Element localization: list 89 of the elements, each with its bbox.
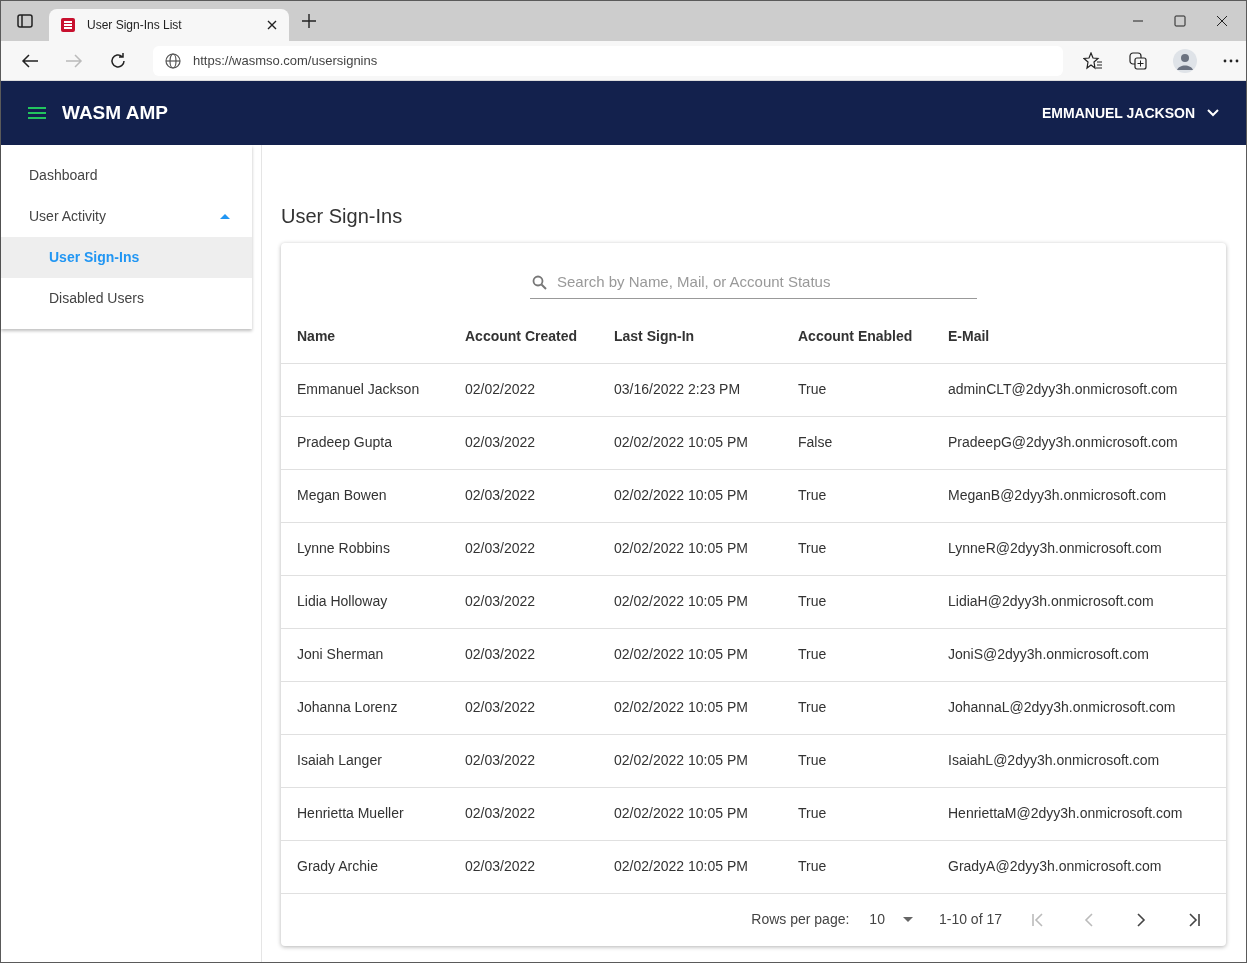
user-menu-button[interactable]: EMMANUEL JACKSON: [1042, 102, 1219, 124]
first-page-icon: [1031, 912, 1045, 927]
table-cell: Joni Sherman: [297, 646, 384, 662]
table-cell: 02/03/2022: [465, 540, 536, 556]
table-cell: True: [798, 646, 827, 662]
table-cell: 02/02/2022 10:05 PM: [614, 434, 748, 450]
refresh-icon[interactable]: [109, 51, 127, 70]
table-cell: IsaiahL@2dyy3h.onmicrosoft.com: [948, 752, 1160, 768]
site-favicon-icon: [61, 18, 75, 32]
table-cell: 03/16/2022 2:23 PM: [614, 381, 741, 397]
table-cell: True: [798, 699, 827, 715]
back-arrow-icon[interactable]: [21, 52, 39, 69]
table-cell: Lidia Holloway: [297, 593, 388, 609]
table-cell: 02/02/2022 10:05 PM: [614, 646, 748, 662]
table-cell: LynneR@2dyy3h.onmicrosoft.com: [948, 540, 1162, 556]
table-cell: GradyA@2dyy3h.onmicrosoft.com: [948, 858, 1162, 874]
dropdown-caret-icon: [902, 917, 913, 922]
column-header[interactable]: E-Mail: [948, 328, 990, 345]
column-header[interactable]: Name: [297, 328, 336, 345]
table-cell: Isaiah Langer: [297, 752, 382, 768]
sidebar-item[interactable]: User Activity: [1, 196, 252, 237]
table-cell: 02/03/2022: [465, 858, 536, 874]
collections-icon[interactable]: [1129, 51, 1147, 70]
table-cell: JohannaL@2dyy3h.onmicrosoft.com: [948, 699, 1176, 715]
table-cell: True: [798, 752, 827, 768]
table-cell: 02/02/2022 10:05 PM: [614, 805, 748, 821]
table-cell: True: [798, 858, 827, 874]
rows-per-page-select[interactable]: 10: [869, 909, 913, 930]
table-cell: HenriettaM@2dyy3h.onmicrosoft.com: [948, 805, 1183, 821]
chevron-down-icon: [1207, 109, 1219, 117]
table-cell: adminCLT@2dyy3h.onmicrosoft.com: [948, 381, 1178, 397]
menu-icon[interactable]: [28, 107, 46, 119]
tab-title: User Sign-Ins List: [87, 17, 183, 34]
favorites-star-icon[interactable]: [1083, 51, 1103, 70]
table-cell: 02/02/2022 10:05 PM: [614, 540, 748, 556]
close-icon[interactable]: [267, 20, 277, 30]
table-cell: True: [798, 805, 827, 821]
table-cell: True: [798, 593, 827, 609]
app-title: WASM AMP: [62, 100, 168, 125]
table-cell: Johanna Lorenz: [297, 699, 398, 715]
table-cell: PradeepG@2dyy3h.onmicrosoft.com: [948, 434, 1178, 450]
table-cell: 02/02/2022: [465, 381, 536, 397]
browser-tab[interactable]: User Sign-Ins List: [49, 9, 289, 41]
table-cell: MeganB@2dyy3h.onmicrosoft.com: [948, 487, 1167, 503]
table-cell: JoniS@2dyy3h.onmicrosoft.com: [948, 646, 1149, 662]
globe-icon: [165, 52, 181, 69]
table-cell: False: [798, 434, 833, 450]
close-window-icon[interactable]: [1216, 15, 1228, 27]
table-cell: 02/03/2022: [465, 699, 536, 715]
table-cell: Grady Archie: [297, 858, 378, 874]
sidebar-subitem[interactable]: Disabled Users: [1, 278, 252, 319]
table-cell: 02/03/2022: [465, 434, 536, 450]
table-cell: True: [798, 381, 827, 397]
profile-avatar-icon[interactable]: [1173, 48, 1197, 73]
search-field[interactable]: Search by Name, Mail, or Account Status: [557, 271, 975, 294]
table-cell: 02/02/2022 10:05 PM: [614, 487, 748, 503]
column-header[interactable]: Account Created: [465, 328, 578, 345]
column-header[interactable]: Account Enabled: [798, 328, 913, 345]
table-cell: 02/03/2022: [465, 593, 536, 609]
page-range: 1-10 of 17: [938, 910, 1002, 929]
table-cell: 02/02/2022 10:05 PM: [614, 593, 748, 609]
column-header[interactable]: Last Sign-In: [614, 328, 695, 345]
new-tab-icon[interactable]: [302, 14, 316, 28]
table-cell: Pradeep Gupta: [297, 434, 392, 450]
table-cell: Lynne Robbins: [297, 540, 390, 556]
table-cell: 02/02/2022 10:05 PM: [614, 752, 748, 768]
last-page-icon: [1187, 912, 1201, 927]
table-cell: LidiaH@2dyy3h.onmicrosoft.com: [948, 593, 1154, 609]
url-text: https://wasmso.com/usersignins: [193, 51, 378, 70]
table-cell: Emmanuel Jackson: [297, 381, 420, 397]
table-cell: True: [798, 487, 827, 503]
table-cell: Henrietta Mueller: [297, 805, 404, 821]
maximize-icon[interactable]: [1174, 15, 1186, 27]
table-cell: 02/03/2022: [465, 487, 536, 503]
table-cell: 02/03/2022: [465, 805, 536, 821]
table-cell: Megan Bowen: [297, 487, 387, 503]
table-cell: 02/03/2022: [465, 752, 536, 768]
table-cell: 02/02/2022 10:05 PM: [614, 858, 748, 874]
table-cell: 02/03/2022: [465, 646, 536, 662]
tab-actions-icon[interactable]: [17, 14, 33, 28]
table-cell: 02/02/2022 10:05 PM: [614, 699, 748, 715]
sidebar-item[interactable]: Dashboard: [1, 155, 252, 196]
table-cell: True: [798, 540, 827, 556]
caret-up-icon: [220, 214, 230, 219]
search-icon: [532, 275, 547, 290]
rows-per-page-label: Rows per page:: [751, 910, 850, 929]
page-title: User Sign-Ins: [281, 204, 404, 229]
address-bar[interactable]: https://wasmso.com/usersignins: [153, 45, 1063, 76]
more-options-icon[interactable]: [1223, 58, 1239, 63]
